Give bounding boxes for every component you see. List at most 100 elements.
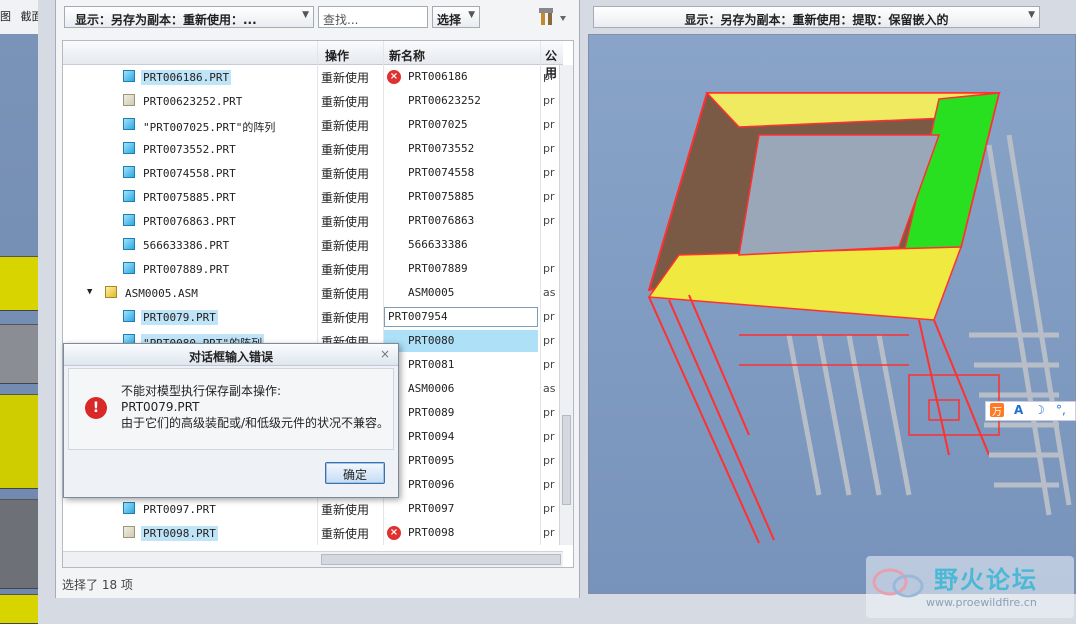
row-operation[interactable]: 重新使用 xyxy=(321,141,369,158)
row-new-name[interactable]: PRT0074558 xyxy=(408,166,474,179)
row-operation[interactable]: 重新使用 xyxy=(321,93,369,110)
row-new-name[interactable]: PRT0080 xyxy=(384,330,538,352)
expand-toggle-icon[interactable]: ▼ xyxy=(85,286,94,298)
table-row[interactable]: ▼ ASM0005.ASM 重新使用 ASM0005 as xyxy=(63,281,563,305)
tab-section[interactable]: 截面 xyxy=(21,10,39,23)
row-new-name[interactable]: PRT0094 xyxy=(408,430,454,443)
ime-toolbar[interactable]: 万 A ☽ °, xyxy=(985,401,1076,421)
row-name[interactable]: PRT006186.PRT xyxy=(141,70,232,85)
row-new-name[interactable]: PRT0073552 xyxy=(408,142,474,155)
row-name[interactable]: PRT0098.PRT xyxy=(141,526,218,541)
row-name[interactable]: PRT0079.PRT xyxy=(141,310,218,325)
watermark-url: www.proewildfire.cn xyxy=(926,596,1037,609)
tools-button[interactable] xyxy=(538,6,568,28)
ime-logo-icon[interactable]: 万 xyxy=(990,403,1004,418)
table-row[interactable]: PRT0097.PRT 重新使用 PRT0097 pr xyxy=(63,497,563,521)
table-row[interactable]: PRT0079.PRT 重新使用 PRT007954 pr xyxy=(63,305,563,329)
column-header-operation[interactable]: 操作 xyxy=(325,47,349,64)
row-new-name[interactable]: PRT0097 xyxy=(408,502,454,515)
row-name[interactable]: 566633386.PRT xyxy=(141,238,231,253)
row-public: pr xyxy=(543,190,555,203)
vertical-scrollbar[interactable] xyxy=(559,65,573,545)
ime-mode-indicator[interactable]: A xyxy=(1014,403,1023,417)
row-new-name[interactable]: PRT0089 xyxy=(408,406,454,419)
close-icon[interactable]: × xyxy=(380,347,390,361)
row-new-name[interactable]: PRT007025 xyxy=(408,118,468,131)
row-new-name[interactable]: PRT0076863 xyxy=(408,214,474,227)
row-new-name[interactable]: PRT006186 xyxy=(408,70,468,83)
moon-icon[interactable]: ☽ xyxy=(1034,403,1045,417)
row-public: pr xyxy=(543,166,555,179)
row-name[interactable]: "PRT007025.PRT"的阵列 xyxy=(141,118,277,136)
table-row[interactable]: PRT00623252.PRT 重新使用 PRT00623252 pr xyxy=(63,89,563,113)
row-operation[interactable]: 重新使用 xyxy=(321,525,369,542)
tab-view[interactable]: 图 xyxy=(0,10,11,23)
scroll-thumb[interactable] xyxy=(321,554,561,565)
table-row[interactable]: PRT007889.PRT 重新使用 PRT007889 pr xyxy=(63,257,563,281)
part-icon xyxy=(123,238,135,250)
row-new-name[interactable]: PRT00623252 xyxy=(408,94,481,107)
table-row[interactable]: PRT0074558.PRT 重新使用 PRT0074558 pr xyxy=(63,161,563,185)
row-operation[interactable]: 重新使用 xyxy=(321,213,369,230)
model-preview-viewport[interactable] xyxy=(588,34,1076,594)
new-name-input[interactable]: PRT007954 xyxy=(384,307,538,327)
row-new-name[interactable]: PRT0075885 xyxy=(408,190,474,203)
row-operation[interactable]: 重新使用 xyxy=(321,501,369,518)
model-part xyxy=(0,394,38,489)
row-new-name[interactable]: PRT0096 xyxy=(408,478,454,491)
row-operation[interactable]: 重新使用 xyxy=(321,189,369,206)
row-new-name[interactable]: PRT0098 xyxy=(408,526,454,539)
watermark-logo: 野火论坛 www.proewildfire.cn xyxy=(866,556,1074,618)
table-row[interactable]: PRT0098.PRT 重新使用 × PRT0098 pr xyxy=(63,521,563,545)
column-header-new-name[interactable]: 新名称 xyxy=(389,47,425,64)
search-input[interactable]: 查找... xyxy=(318,6,428,28)
row-public: pr xyxy=(543,502,555,515)
table-row[interactable]: 566633386.PRT 重新使用 566633386 xyxy=(63,233,563,257)
left-panel: 图 截面 xyxy=(0,0,39,624)
row-public: pr xyxy=(543,358,555,371)
table-row[interactable]: PRT0075885.PRT 重新使用 PRT0075885 pr xyxy=(63,185,563,209)
row-operation[interactable]: 重新使用 xyxy=(321,309,369,326)
punctuation-icon[interactable]: °, xyxy=(1056,403,1066,417)
left-model-view xyxy=(0,34,38,624)
row-new-name[interactable]: ASM0006 xyxy=(408,382,454,395)
part-icon xyxy=(123,310,135,322)
frame-model-graphic xyxy=(647,92,1072,544)
row-operation[interactable]: 重新使用 xyxy=(321,69,369,86)
ok-button[interactable]: 确定 xyxy=(325,462,385,484)
row-operation[interactable]: 重新使用 xyxy=(321,165,369,182)
row-name[interactable]: PRT0073552.PRT xyxy=(141,142,238,157)
row-operation[interactable]: 重新使用 xyxy=(321,261,369,278)
row-new-name[interactable]: PRT0081 xyxy=(408,358,454,371)
table-row[interactable]: PRT006186.PRT 重新使用 × PRT006186 pr xyxy=(63,65,563,89)
chevron-down-icon: ▼ xyxy=(302,10,309,20)
table-row[interactable]: "PRT007025.PRT"的阵列 重新使用 PRT007025 pr xyxy=(63,113,563,137)
right-display-combo[interactable]: 显示：另存为副本：重新使用：提取：保留嵌入的 ▼ xyxy=(593,6,1040,28)
table-row[interactable]: PRT0076863.PRT 重新使用 PRT0076863 pr xyxy=(63,209,563,233)
model-part xyxy=(0,256,38,311)
row-name[interactable]: PRT0074558.PRT xyxy=(141,166,238,181)
row-new-name[interactable]: ASM0005 xyxy=(408,286,454,299)
select-button[interactable]: 选择 ▼ xyxy=(432,6,480,28)
row-name[interactable]: PRT00623252.PRT xyxy=(141,94,244,109)
part-icon xyxy=(123,166,135,178)
row-name[interactable]: PRT0075885.PRT xyxy=(141,190,238,205)
horizontal-scrollbar[interactable] xyxy=(63,551,563,567)
row-name[interactable]: PRT0076863.PRT xyxy=(141,214,238,229)
row-new-name[interactable]: PRT0095 xyxy=(408,454,454,467)
row-new-name[interactable]: PRT007889 xyxy=(408,262,468,275)
row-name[interactable]: PRT0097.PRT xyxy=(141,502,218,517)
scroll-thumb[interactable] xyxy=(562,415,571,505)
display-combo[interactable]: 显示：另存为副本：重新使用：... ▼ xyxy=(64,6,314,28)
row-operation[interactable]: 重新使用 xyxy=(321,117,369,134)
row-public: pr xyxy=(543,142,555,155)
table-header: 操作 新名称 公用 xyxy=(63,41,563,80)
row-operation[interactable]: 重新使用 xyxy=(321,285,369,302)
row-name[interactable]: ASM0005.ASM xyxy=(123,286,200,301)
part-icon xyxy=(123,190,135,202)
row-name[interactable]: PRT007889.PRT xyxy=(141,262,231,277)
butterfly-logo-icon xyxy=(872,568,924,598)
table-row[interactable]: PRT0073552.PRT 重新使用 PRT0073552 pr xyxy=(63,137,563,161)
row-new-name[interactable]: 566633386 xyxy=(408,238,468,251)
row-operation[interactable]: 重新使用 xyxy=(321,237,369,254)
